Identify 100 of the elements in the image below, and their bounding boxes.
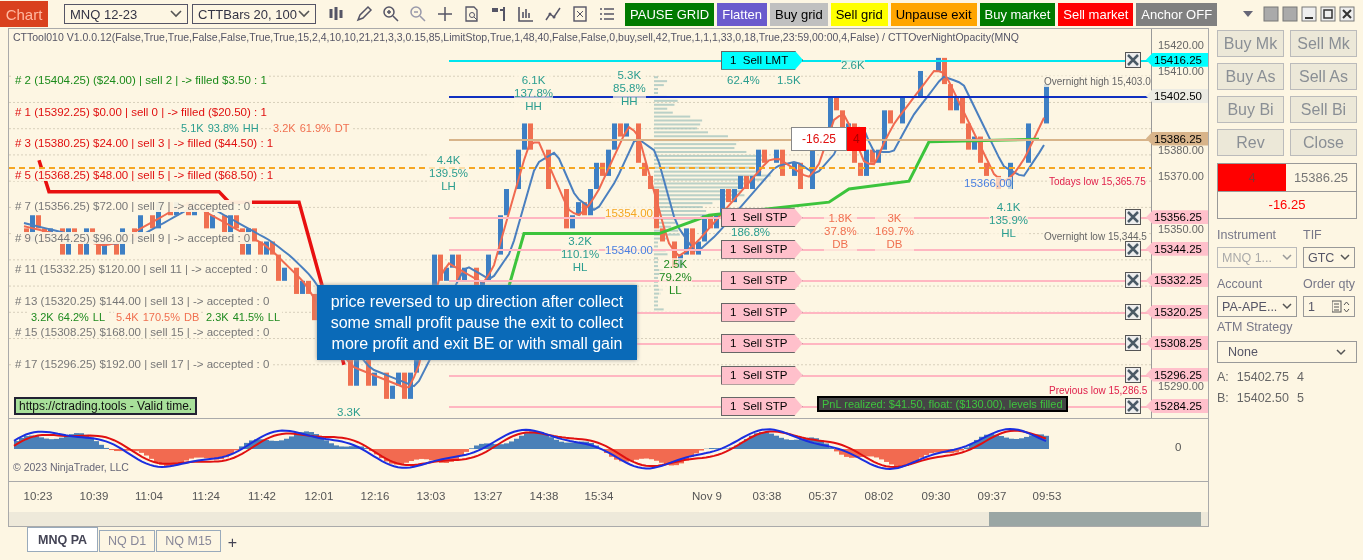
license-note: https://ctrading.tools - Valid time. (14, 397, 198, 415)
atm-strategy-dropdown[interactable]: None (1217, 341, 1357, 363)
swing-label: 2.6K (841, 59, 865, 71)
zoom-out-icon[interactable] (409, 5, 427, 23)
time-label: 09:37 (977, 490, 1007, 502)
bar-chart-icon[interactable] (517, 5, 535, 23)
swing-label: 3K 169.7% DB (875, 212, 914, 251)
position-quantity: 4 (1218, 164, 1286, 191)
price-tag: 15386.25 (1146, 131, 1208, 146)
swing-label: 6.1K 137.8% HH (514, 74, 553, 113)
toolbar-button[interactable]: Flatten (717, 2, 767, 26)
swing-label: 2.3K 41.5% LL (204, 311, 283, 324)
zoom-in-icon[interactable] (382, 5, 400, 23)
quote-side: B: (1217, 391, 1229, 405)
field-label: Order qty (1303, 277, 1355, 291)
swing-label: 3.3K (337, 406, 361, 418)
toolbar-button[interactable]: PAUSE GRID (625, 2, 715, 26)
cancel-order-icon[interactable] (1125, 335, 1141, 352)
time-label: 12:01 (304, 490, 334, 502)
price-tag: 15320.25 (1146, 304, 1208, 319)
time-label: 11:04 (135, 490, 163, 502)
caret-icon (1340, 254, 1350, 261)
quote-price: 15402.75 (1236, 370, 1289, 384)
line-chart-icon[interactable] (544, 5, 562, 23)
cancel-order-icon[interactable] (1125, 51, 1141, 68)
swing-label: 5.3K 85.8% HH (613, 69, 646, 108)
order-chip[interactable]: 1 Sell STP (721, 365, 803, 385)
close-icon[interactable] (1339, 6, 1355, 22)
crosshair-icon[interactable] (436, 5, 454, 23)
swing-label: 3.2K 110.1% HL (561, 235, 600, 274)
position-pnl: -16.25 (1218, 191, 1356, 218)
toolbar-button[interactable]: Sell market (1058, 2, 1134, 26)
toolbar-button[interactable]: Buy grid (769, 2, 828, 26)
cancel-order-icon[interactable] (1125, 303, 1141, 320)
order-chip[interactable]: 1 Sell STP (721, 271, 803, 291)
time-label: 12:16 (360, 490, 390, 502)
grid-level-label: # 15 (15308.25) $168.00 | sell 15 | -> accepted : 0 (13, 326, 272, 339)
order-chip[interactable]: 1 Sell STP (721, 397, 803, 417)
toolbar-button[interactable]: Anchor OFF (1136, 2, 1218, 26)
order-chip[interactable]: 1 Sell STP (721, 239, 803, 259)
time-label: 15:34 (584, 490, 614, 502)
swing-label: 4.1K 135.9% HL (989, 201, 1028, 240)
order-chip[interactable]: 1 Sell LMT (721, 50, 804, 70)
cancel-order-icon[interactable] (1125, 209, 1141, 226)
bar-type-dropdown[interactable]: CTTBars 20, 100 (192, 4, 316, 24)
instrument-dropdown[interactable]: MNQ 12-23 (64, 4, 188, 24)
field-label: ATM Strategy (1217, 320, 1294, 334)
swing-label: 5.4K 170.5% DB (114, 311, 202, 324)
list-icon[interactable] (598, 5, 616, 23)
pnl-note: PnL realized: $41.50, float: ($130.00), levels filled (817, 396, 1068, 412)
caret-icon (170, 10, 182, 18)
time-label: 14:38 (529, 490, 559, 502)
chart-tab[interactable]: MNQ PA (27, 527, 99, 552)
price-mark: 15340.00 (605, 244, 653, 256)
dropdown-icon[interactable] (1242, 10, 1254, 18)
grid-level-label: # 13 (15320.25) $144.00 | sell 13 | -> accepted : 0 (13, 294, 272, 307)
price-tick: 15380.00 (1158, 144, 1204, 156)
add-tab-button[interactable]: + (221, 534, 244, 552)
grid-level-label: # 11 (15332.25) $120.00 | sell 11 | -> accepted : 0 (13, 263, 270, 276)
cancel-order-icon[interactable] (1125, 366, 1141, 383)
order-chip[interactable]: 1 Sell STP (721, 302, 803, 322)
grid-level-label: # 9 (15344.25) $96.00 | sell 9 | -> accepted : 0 (13, 231, 253, 244)
scrollbar-thumb[interactable] (989, 512, 1201, 526)
position-pnl: -16.25 (791, 126, 848, 151)
level-label: Previous low 15,286.5 (1049, 385, 1148, 396)
time-label: 10:39 (79, 490, 109, 502)
swing-label: 2.5K 79.2% LL (659, 258, 692, 297)
minimize-icon[interactable] (1301, 6, 1317, 22)
panel-icon[interactable] (490, 5, 508, 23)
time-label: 13:03 (416, 490, 446, 502)
caret-icon (1336, 348, 1346, 356)
calculator-spinner-icon[interactable] (1332, 299, 1350, 314)
grid-level-label: # 1 (15392.25) $0.00 | sell 0 | -> filled ($20.50) : 1 (13, 105, 269, 118)
pencil-icon[interactable] (355, 5, 373, 23)
swing-label: 1.5K (777, 74, 801, 86)
cancel-order-icon[interactable] (1125, 398, 1141, 415)
grid-level-label: # 7 (15356.25) $72.00 | sell 7 | -> accepted : 0 (13, 200, 253, 213)
window-tile-icon[interactable] (1282, 6, 1298, 22)
account-dropdown[interactable]: PA-APE... (1217, 296, 1297, 317)
toolbar-button[interactable]: Sell grid (830, 2, 888, 26)
price-tag: 15416.25 (1146, 52, 1208, 67)
quantity-field[interactable]: 1 (1303, 296, 1355, 317)
order-chip[interactable]: 1 Sell STP (721, 208, 803, 228)
document-search-icon[interactable] (463, 5, 481, 23)
cancel-order-icon[interactable] (1125, 272, 1141, 289)
maximize-icon[interactable] (1320, 6, 1336, 22)
bars-icon[interactable] (328, 5, 346, 23)
time-label: 09:30 (921, 490, 951, 502)
toolbar-button[interactable]: Buy market (979, 2, 1056, 26)
window-tile-icon[interactable] (1263, 6, 1279, 22)
quote-side: A: (1217, 370, 1229, 384)
time-label: Nov 9 (692, 490, 722, 502)
toolbar-button[interactable]: Unpause exit (890, 2, 977, 26)
level-label: Overnight high 15,403.0 (1044, 76, 1151, 87)
order-chip[interactable]: 1 Sell STP (721, 334, 803, 354)
price-mark: 15354.00 (605, 207, 653, 219)
cancel-order-icon[interactable] (1125, 240, 1141, 257)
price-tick: 15420.00 (1158, 40, 1204, 51)
tif-dropdown[interactable]: GTC (1303, 247, 1355, 268)
oscillator-tick: 0 (1175, 441, 1182, 453)
